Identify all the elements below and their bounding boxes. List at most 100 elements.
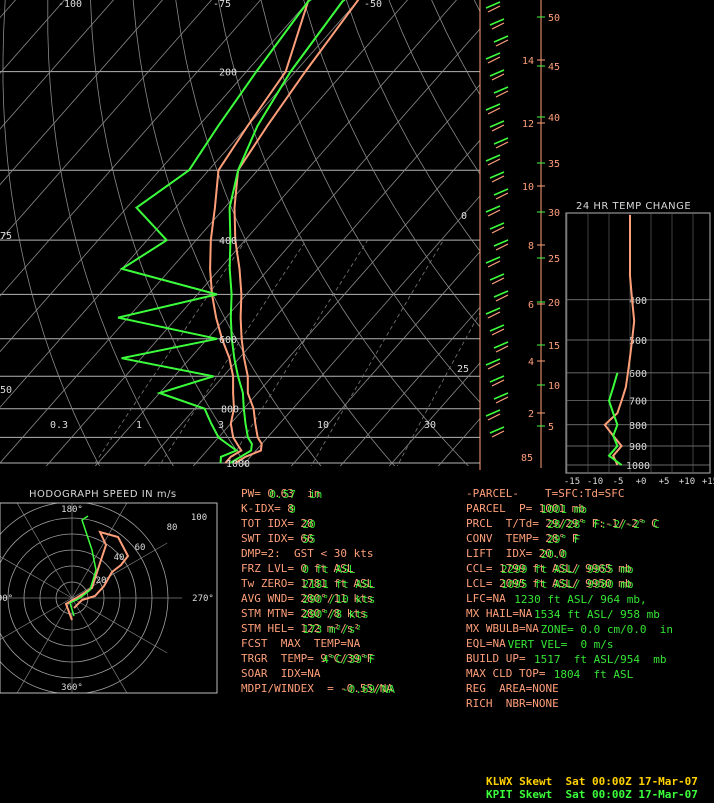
height-kft-label: 2 — [528, 409, 534, 420]
temperature-tick-label: 0 — [461, 211, 467, 222]
parcel-index-label: EQL=NA — [466, 637, 506, 650]
mixing-ratio-label: 1 — [136, 420, 142, 431]
left-index-kpit-value: 20 — [295, 518, 316, 531]
hodograph-ring-label: 80 — [167, 523, 178, 533]
mixing-ratio-label: 0.3 — [50, 420, 68, 431]
temperature-tick-label: -50 — [364, 0, 382, 10]
skewt-plot-area — [0, 0, 714, 475]
parcel-index-kpit-value: 20.0 — [534, 548, 568, 561]
height-km-label: 10 — [548, 381, 560, 392]
height-km-label: 45 — [548, 62, 560, 73]
isotherm-line — [480, 0, 714, 475]
left-index-kpit-value: 55 — [295, 533, 316, 546]
left-index-label: TOT IDX= — [241, 517, 294, 530]
height-km-label: 25 — [548, 254, 560, 265]
parcel-index-label: RICH NBR=NONE — [466, 697, 559, 710]
parcel-index-label: CONV TEMP= — [466, 532, 539, 545]
height-kft-label: 6 — [528, 300, 534, 311]
temp-change-title: 24 HR TEMP CHANGE — [576, 201, 692, 212]
temp-change-pressure-label: 900 — [629, 442, 647, 453]
footer-kpit-line: KPIT Skewt Sat 00:00Z 17-Mar-07 — [486, 788, 698, 801]
parcel-index-kpit-value: 2299 ft ASL/ 9955 mb — [494, 563, 634, 576]
left-index-label: FRZ LVL= — [241, 562, 294, 575]
hodograph-dir-label: 360° — [61, 683, 83, 693]
temperature-tick-label: -100 — [58, 0, 82, 10]
left-index-label: MDPI/WINDEX = — [241, 682, 334, 695]
height-km-label: 15 — [548, 341, 560, 352]
left-index-label: FCST MAX TEMP=NA — [241, 637, 361, 650]
pressure-tick-label: 200 — [219, 68, 237, 79]
parcel-index-label: PARCEL P= — [466, 502, 533, 515]
parcel-index-label: LFC=NA — [466, 592, 506, 605]
height-base-label: 85 — [521, 453, 533, 464]
temp-change-x-tick: +0 — [636, 477, 647, 487]
dry-adiabat — [537, 0, 714, 475]
left-index-kpit-value: 4°C/39°F — [315, 653, 376, 666]
left-index-kpit-value: -0.69/NA — [335, 683, 395, 696]
parcel-index-kpit-value: ZONE= 0.0 cm/0.0 in — [540, 623, 674, 636]
left-index-kpit-value: 290°/8 kts — [295, 608, 369, 621]
hodograph-area — [0, 503, 182, 693]
left-index-kpit-value: 0 ft ASL — [295, 563, 356, 576]
hodograph-dir-label: 180° — [61, 505, 83, 515]
parcel-index-label: CCL= — [466, 562, 493, 575]
parcel-index-kpit-value: VERT VEL= 0 m/s — [507, 638, 614, 651]
mixing-ratio-label: 10 — [317, 420, 329, 431]
height-km-label: 50 — [548, 13, 560, 24]
hodograph-ring-label: 20 — [96, 576, 107, 586]
hodograph-dir-label: 90° — [0, 594, 13, 604]
parcel-index-kpit-value: 1230 ft ASL/ 964 mb, — [507, 593, 647, 606]
parcel-header-sfc: T=SFC:Td=SFC — [545, 487, 625, 500]
left-index-label: PW= — [241, 487, 261, 500]
temp-change-x-tick: +15 — [702, 477, 714, 487]
temp-change-pressure-label: 800 — [629, 421, 647, 432]
temperature-tick-label: 75 — [0, 231, 12, 242]
hodograph-ring-label: 60 — [135, 543, 146, 553]
parcel-header: -PARCEL- — [466, 487, 519, 500]
temp-change-pressure-label: 700 — [629, 397, 647, 408]
left-index-label: TRGR TEMP= — [241, 652, 314, 665]
parcel-index-kpit-value: 1534 ft ASL/ 958 mb — [534, 608, 660, 621]
pressure-tick-label: 800 — [221, 405, 239, 416]
temp-change-pressure-label: 600 — [629, 369, 647, 380]
mixing-ratio-label: 30 — [424, 420, 436, 431]
height-km-label: 5 — [548, 422, 554, 433]
mixing-ratio-label: 3 — [218, 420, 224, 431]
pressure-tick-label: 400 — [219, 236, 237, 247]
left-index-label: DMP=2: GST < 30 kts — [241, 547, 374, 560]
left-index-kpit-value: 173 m²/s² — [295, 623, 363, 636]
height-kft-label: 10 — [522, 182, 534, 193]
pressure-tick-label: 1000 — [226, 459, 250, 470]
left-index-label: STM MTN= — [241, 607, 294, 620]
height-km-label: 40 — [548, 113, 560, 124]
height-kft-label: 8 — [528, 241, 534, 252]
parcel-index-label: PRCL T/Td= — [466, 517, 539, 530]
height-kft-label: 14 — [522, 56, 534, 67]
left-index-kpit-value: 9 — [282, 503, 296, 516]
parcel-index-label: MAX CLD TOP= — [466, 667, 546, 680]
parcel-index-label: MX WBULB=NA — [466, 622, 539, 635]
parcel-index-kpit-value: 1095 ft ASL/ 9980 mb — [494, 578, 634, 591]
height-km-label: 20 — [548, 298, 560, 309]
left-index-label: AVG WND= — [241, 592, 294, 605]
parcel-index-label: REG AREA=NONE — [466, 682, 559, 695]
parcel-index-kpit-value: 1804 ft ASL — [547, 668, 634, 681]
parcel-index-label: MX HAIL=NA — [466, 607, 533, 620]
left-index-label: SWT IDX= — [241, 532, 294, 545]
parcel-index-label: LCL= — [466, 577, 493, 590]
temperature-tick-label: 50 — [0, 385, 12, 396]
temp-change-x-tick: +5 — [659, 477, 670, 487]
left-index-label: K-IDX= — [241, 502, 281, 515]
parcel-index-kpit-value: 1001 mb — [534, 503, 587, 516]
parcel-index-label: BUILD UP= — [466, 652, 526, 665]
height-km-label: 35 — [548, 159, 560, 170]
kpit-temperature-trace — [228, 0, 346, 464]
left-index-label: Tw ZERO= — [241, 577, 294, 590]
parcel-index-kpit-value: 29° F — [540, 533, 581, 546]
hodograph-ring-label: 40 — [114, 553, 125, 563]
hodograph-title: HODOGRAPH SPEED IN m/s — [29, 489, 177, 500]
dry-adiabat — [500, 0, 714, 475]
left-index-label: STM HEL= — [241, 622, 294, 635]
hodograph-dir-label: 270° — [192, 594, 214, 604]
temp-change-x-tick: +10 — [679, 477, 695, 487]
